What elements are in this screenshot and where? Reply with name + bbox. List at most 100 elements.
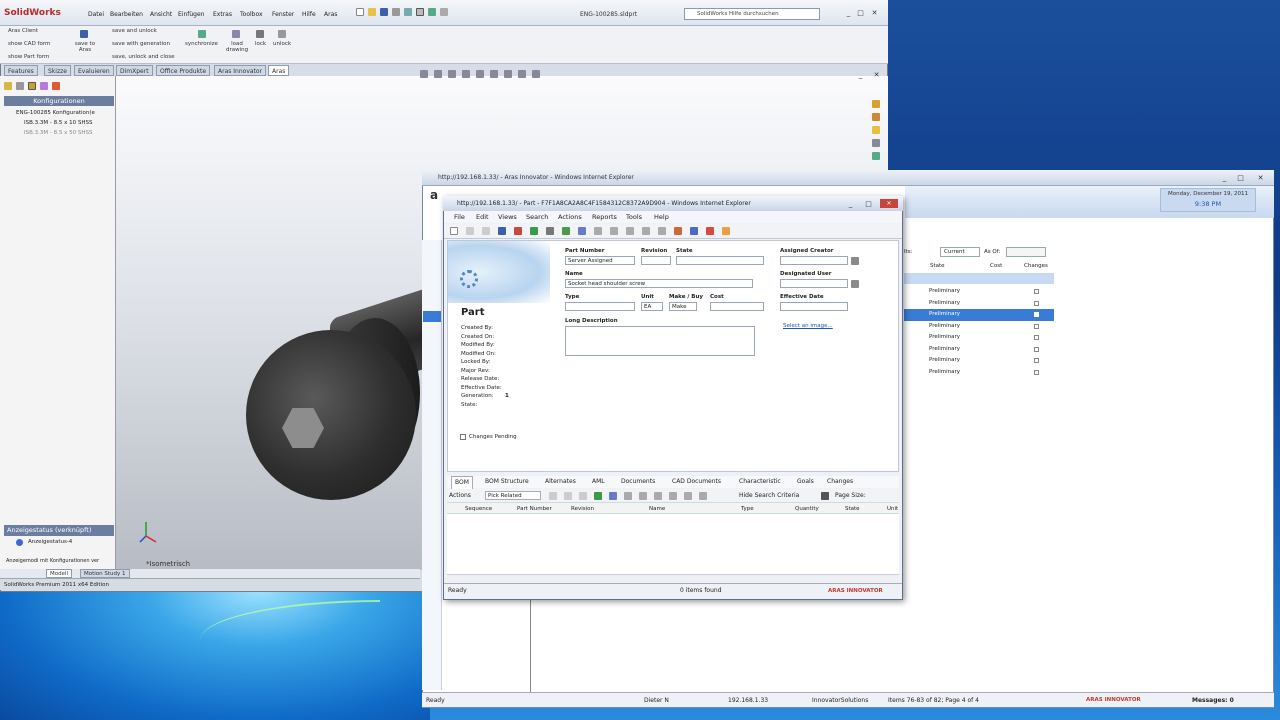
column-header-cost[interactable]: Cost xyxy=(990,263,1002,269)
undo-icon[interactable] xyxy=(626,227,634,235)
dialog-close-icon[interactable]: ✕ xyxy=(880,199,898,208)
export-icon[interactable] xyxy=(722,227,730,235)
help-search-input[interactable]: SolidWorks Hilfe durchsuchen xyxy=(684,8,820,20)
changes-checkbox[interactable] xyxy=(1034,358,1039,363)
changes-pending-checkbox[interactable] xyxy=(460,434,466,440)
unlock-icon[interactable] xyxy=(639,492,647,500)
feature-tree-icon[interactable] xyxy=(4,82,12,90)
tab-motion-study[interactable]: Motion Study 1 xyxy=(80,569,130,578)
new-relationship-icon[interactable] xyxy=(549,492,557,500)
zoom-area-icon[interactable] xyxy=(434,70,442,78)
show-cad-form-button[interactable]: show CAD form xyxy=(8,41,50,47)
menu-hilfe[interactable]: Hilfe xyxy=(302,11,316,18)
table-row[interactable]: Preliminary xyxy=(904,286,1054,298)
save-icon[interactable] xyxy=(498,227,506,235)
menu-einfuegen[interactable]: Einfügen xyxy=(178,11,204,18)
previous-view-icon[interactable] xyxy=(448,70,456,78)
changes-checkbox[interactable] xyxy=(1034,323,1039,329)
changes-checkbox[interactable] xyxy=(1034,312,1039,317)
designated-user-field[interactable] xyxy=(780,279,848,288)
tab-documents[interactable]: Documents xyxy=(621,476,655,488)
where-used-icon[interactable] xyxy=(642,227,650,235)
tools-icon[interactable] xyxy=(669,492,677,500)
resources-icon[interactable] xyxy=(872,100,880,108)
relationship-grid[interactable] xyxy=(447,514,899,574)
menu-search[interactable]: Search xyxy=(526,211,548,223)
make-buy-select[interactable]: Make xyxy=(669,302,697,311)
maximize-icon[interactable]: □ xyxy=(856,9,865,17)
changes-checkbox[interactable] xyxy=(1034,369,1039,375)
menu-extras[interactable]: Extras xyxy=(213,11,232,18)
save-with-generation-button[interactable]: save with generation xyxy=(112,41,170,47)
refresh-icon[interactable] xyxy=(594,492,602,500)
search-dialog-icon[interactable] xyxy=(851,257,859,265)
tab-skizze[interactable]: Skizze xyxy=(44,65,71,76)
save-icon[interactable] xyxy=(380,8,388,16)
changes-checkbox[interactable] xyxy=(1034,346,1039,352)
lock-icon[interactable] xyxy=(594,227,602,235)
menu-edit[interactable]: Edit xyxy=(476,211,489,223)
unit-select[interactable]: EA xyxy=(641,302,663,311)
menu-bearbeiten[interactable]: Bearbeiten xyxy=(110,11,143,18)
view-orientation-icon[interactable] xyxy=(476,70,484,78)
unlock-icon[interactable] xyxy=(278,30,286,38)
browser-maximize-icon[interactable]: □ xyxy=(1236,174,1245,182)
column-header-state[interactable]: State xyxy=(930,263,945,269)
state-field[interactable] xyxy=(676,256,764,265)
actions-dropdown[interactable]: Actions xyxy=(449,489,471,502)
workflow-icon[interactable] xyxy=(706,227,714,235)
view-palette-icon[interactable] xyxy=(872,139,880,147)
menu-ansicht[interactable]: Ansicht xyxy=(150,11,172,18)
print-icon[interactable] xyxy=(392,8,400,16)
minimize-icon[interactable]: _ xyxy=(844,9,853,17)
menu-help[interactable]: Help xyxy=(654,211,669,223)
tab-cad-documents[interactable]: CAD Documents xyxy=(672,476,721,488)
load-drawing-icon[interactable] xyxy=(232,30,240,38)
open-folder-icon[interactable] xyxy=(368,8,376,16)
changes-checkbox[interactable] xyxy=(1034,335,1039,340)
rebuild-icon[interactable] xyxy=(428,8,436,16)
promote-icon[interactable] xyxy=(562,227,570,235)
refresh-icon[interactable] xyxy=(530,227,538,235)
menu-aras[interactable]: Aras xyxy=(324,11,337,18)
configuration-manager-icon[interactable] xyxy=(28,82,36,90)
section-view-icon[interactable] xyxy=(462,70,470,78)
copy-icon[interactable] xyxy=(482,227,490,235)
report-icon[interactable] xyxy=(674,227,682,235)
tab-bom-structure[interactable]: BOM Structure xyxy=(485,476,529,488)
tab-goals[interactable]: Goals xyxy=(797,476,814,488)
table-row[interactable]: Preliminary xyxy=(904,367,1054,379)
configuration-item[interactable]: ISB.3.3M - 8.5 x 50 SHSS xyxy=(24,130,92,136)
lock-icon[interactable] xyxy=(256,30,264,38)
filter-icon[interactable] xyxy=(821,492,829,500)
tab-characteristic[interactable]: Characteristic xyxy=(739,476,781,488)
tab-aras[interactable]: Aras xyxy=(268,65,290,76)
menu-actions[interactable]: Actions xyxy=(558,211,582,223)
show-part-form-button[interactable]: show Part form xyxy=(8,54,49,60)
new-document-icon[interactable] xyxy=(356,8,364,16)
clear-icon[interactable] xyxy=(684,492,692,500)
part-number-field[interactable]: Server Assigned xyxy=(565,256,635,265)
name-field[interactable]: Socket head shoulder screw xyxy=(565,279,753,288)
display-manager-icon[interactable] xyxy=(52,82,60,90)
assigned-creator-field[interactable] xyxy=(780,256,848,265)
settings-icon[interactable] xyxy=(699,492,707,500)
help-icon[interactable] xyxy=(690,227,698,235)
tab-features[interactable]: Features xyxy=(4,65,38,76)
tab-office-produkte[interactable]: Office Produkte xyxy=(156,65,211,76)
menu-datei[interactable]: Datei xyxy=(88,11,104,18)
hide-show-icon[interactable] xyxy=(504,70,512,78)
table-row[interactable]: Preliminary xyxy=(904,344,1054,356)
zoom-fit-icon[interactable] xyxy=(420,70,428,78)
changes-checkbox[interactable] xyxy=(1034,289,1039,294)
lock-icon[interactable] xyxy=(624,492,632,500)
table-row[interactable] xyxy=(904,273,1054,284)
revision-field[interactable] xyxy=(641,256,671,265)
long-description-field[interactable] xyxy=(565,326,755,356)
changes-checkbox[interactable] xyxy=(1034,300,1039,306)
status-messages[interactable]: Messages: 0 xyxy=(1192,693,1234,708)
design-library-icon[interactable] xyxy=(872,113,880,121)
lock-button[interactable]: lock xyxy=(255,41,266,47)
configuration-root[interactable]: ENG-100285 Konfiguration(e xyxy=(16,110,95,116)
solidworks-logo[interactable]: SolidWorks xyxy=(4,8,61,18)
